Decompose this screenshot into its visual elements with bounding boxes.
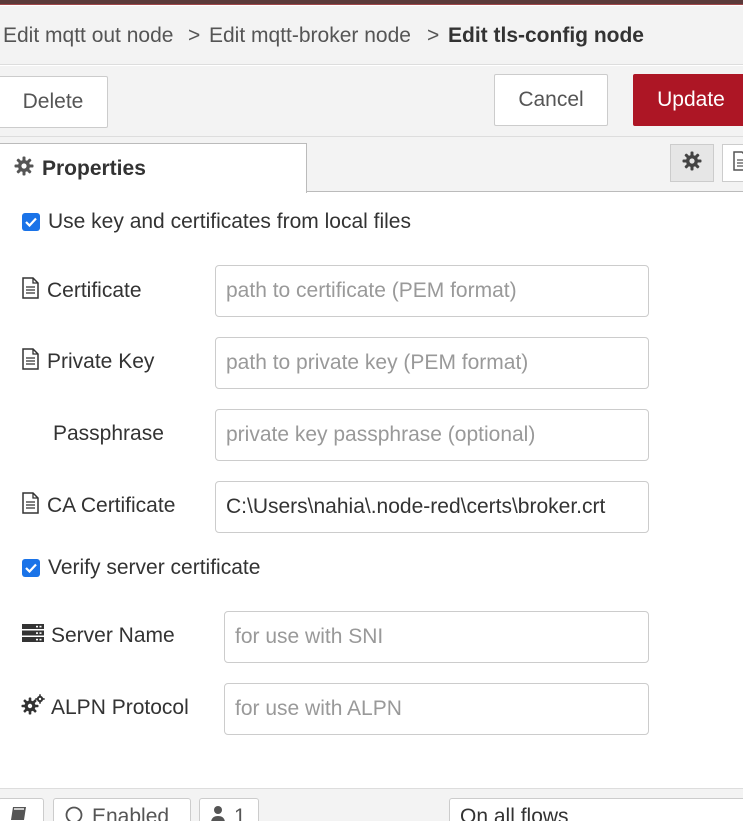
alpn-protocol-input[interactable]: for use with ALPN xyxy=(224,683,649,735)
server-icon xyxy=(21,623,51,649)
dialog-toolbar: Delete Cancel Update xyxy=(0,66,743,137)
page-title: Edit tls-config node xyxy=(448,24,644,47)
file-text-icon xyxy=(733,150,743,176)
breadcrumb: Edit mqtt out node > Edit mqtt-broker no… xyxy=(0,6,743,65)
circle-icon xyxy=(64,805,92,821)
tab-bar: Properties xyxy=(0,137,743,193)
gear-icon xyxy=(14,156,42,182)
private-key-label: Private Key xyxy=(21,347,154,377)
verify-server-row: Verify server certificate xyxy=(22,556,260,580)
alpn-protocol-label: ALPN Protocol xyxy=(21,693,189,723)
file-icon xyxy=(21,277,47,305)
window-top-border xyxy=(0,0,743,5)
delete-button[interactable]: Delete xyxy=(0,76,108,128)
server-name-label: Server Name xyxy=(21,621,175,651)
use-local-files-checkbox[interactable] xyxy=(22,213,40,231)
enabled-label: Enabled xyxy=(92,805,170,821)
users-count-button[interactable]: 1 xyxy=(199,798,259,821)
file-icon xyxy=(21,492,47,520)
enabled-toggle-button[interactable]: Enabled xyxy=(53,798,191,821)
tls-config-form: Use key and certificates from local file… xyxy=(0,193,743,788)
scope-select[interactable]: On all flows xyxy=(449,798,743,821)
dialog-footer: Enabled 1 On all flows xyxy=(0,788,743,821)
passphrase-label: Passphrase xyxy=(53,422,164,445)
verify-server-label: Verify server certificate xyxy=(48,556,261,579)
ca-certificate-input[interactable]: C:\Users\nahia\.node-red\certs\broker.cr… xyxy=(215,481,649,533)
node-properties-tab-button[interactable] xyxy=(670,144,714,182)
verify-server-checkbox[interactable] xyxy=(22,559,40,577)
server-name-input[interactable]: for use with SNI xyxy=(224,611,649,663)
passphrase-input[interactable]: private key passphrase (optional) xyxy=(215,409,649,461)
file-icon xyxy=(21,348,47,376)
use-local-files-row: Use key and certificates from local file… xyxy=(22,210,411,234)
private-key-input[interactable]: path to private key (PEM format) xyxy=(215,337,649,389)
cancel-button[interactable]: Cancel xyxy=(494,74,608,126)
breadcrumb-item-mqtt-out[interactable]: Edit mqtt out node xyxy=(3,6,173,66)
use-local-files-label: Use key and certificates from local file… xyxy=(48,210,411,233)
node-help-button[interactable] xyxy=(0,798,44,821)
update-button[interactable]: Update xyxy=(633,74,743,126)
breadcrumb-separator: > xyxy=(188,24,201,47)
gear-icon xyxy=(682,151,702,176)
tab-properties-label: Properties xyxy=(42,156,146,180)
user-icon xyxy=(210,805,234,821)
ca-certificate-label: CA Certificate xyxy=(21,491,175,521)
certificate-label: Certificate xyxy=(21,276,142,306)
node-description-tab-button[interactable] xyxy=(722,144,743,182)
tab-properties[interactable]: Properties xyxy=(0,143,307,193)
users-count: 1 xyxy=(234,805,246,821)
gears-icon xyxy=(21,694,51,722)
breadcrumb-item-mqtt-broker[interactable]: Edit mqtt-broker node xyxy=(209,6,411,66)
book-icon xyxy=(9,805,37,821)
certificate-input[interactable]: path to certificate (PEM format) xyxy=(215,265,649,317)
breadcrumb-separator: > xyxy=(427,24,440,47)
